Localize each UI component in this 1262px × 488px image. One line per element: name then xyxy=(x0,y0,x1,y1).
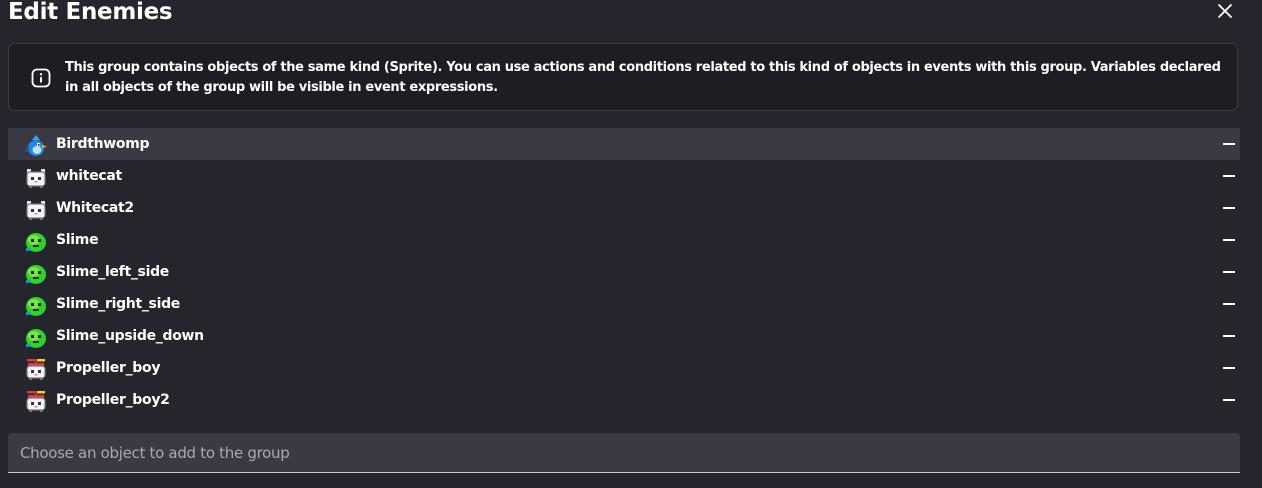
object-name: Whitecat2 xyxy=(56,200,134,216)
propeller-boy-sprite-icon xyxy=(24,358,48,382)
object-row[interactable]: Slime_left_side xyxy=(8,256,1240,288)
remove-object-button[interactable] xyxy=(1218,230,1240,250)
info-text: This group contains objects of the same … xyxy=(65,60,1221,95)
object-name: whitecat xyxy=(56,168,122,184)
slime-sprite-icon xyxy=(24,326,48,350)
remove-object-button[interactable] xyxy=(1218,326,1240,346)
remove-object-button[interactable] xyxy=(1218,198,1240,218)
object-row[interactable]: Propeller_boy xyxy=(8,352,1240,384)
white-cat-sprite-icon xyxy=(24,198,48,222)
add-object-field[interactable] xyxy=(8,433,1240,473)
info-alert: This group contains objects of the same … xyxy=(8,43,1238,111)
info-icon xyxy=(31,68,51,88)
propeller-boy-sprite-icon xyxy=(24,390,48,414)
remove-icon xyxy=(1223,335,1235,337)
remove-icon xyxy=(1223,367,1235,369)
remove-icon xyxy=(1223,143,1235,145)
slime-sprite-icon xyxy=(24,262,48,286)
close-icon xyxy=(1218,4,1232,18)
remove-object-button[interactable] xyxy=(1218,134,1240,154)
object-row[interactable]: Whitecat2 xyxy=(8,192,1240,224)
remove-icon xyxy=(1223,175,1235,177)
object-row[interactable]: Propeller_boy2 xyxy=(8,384,1240,416)
object-name: Slime_left_side xyxy=(56,264,169,280)
object-name: Birdthwomp xyxy=(56,136,150,152)
remove-icon xyxy=(1223,239,1235,241)
object-name: Propeller_boy xyxy=(56,360,161,376)
object-name: Slime xyxy=(56,232,99,248)
close-button[interactable] xyxy=(1212,0,1238,22)
object-row[interactable]: Slime_right_side xyxy=(8,288,1240,320)
object-row[interactable]: Birdthwomp xyxy=(8,128,1240,160)
remove-icon xyxy=(1223,271,1235,273)
remove-object-button[interactable] xyxy=(1218,166,1240,186)
object-row[interactable]: whitecat xyxy=(8,160,1240,192)
white-cat-sprite-icon xyxy=(24,166,48,190)
object-row[interactable]: Slime xyxy=(8,224,1240,256)
remove-object-button[interactable] xyxy=(1218,294,1240,314)
slime-sprite-icon xyxy=(24,230,48,254)
slime-sprite-icon xyxy=(24,294,48,318)
object-name: Slime_right_side xyxy=(56,296,180,312)
remove-icon xyxy=(1223,399,1235,401)
remove-object-button[interactable] xyxy=(1218,262,1240,282)
group-objects-list: Birdthwomp whitecat Whitecat2 Slime Slim… xyxy=(8,128,1240,416)
object-name: Slime_upside_down xyxy=(56,328,204,344)
add-object-input[interactable] xyxy=(8,433,1240,472)
object-name: Propeller_boy2 xyxy=(56,392,170,408)
remove-icon xyxy=(1223,303,1235,305)
bird-sprite-icon xyxy=(24,134,48,158)
remove-object-button[interactable] xyxy=(1218,390,1240,410)
object-row[interactable]: Slime_upside_down xyxy=(8,320,1240,352)
remove-icon xyxy=(1223,207,1235,209)
dialog-title: Edit Enemies xyxy=(8,0,173,25)
remove-object-button[interactable] xyxy=(1218,358,1240,378)
